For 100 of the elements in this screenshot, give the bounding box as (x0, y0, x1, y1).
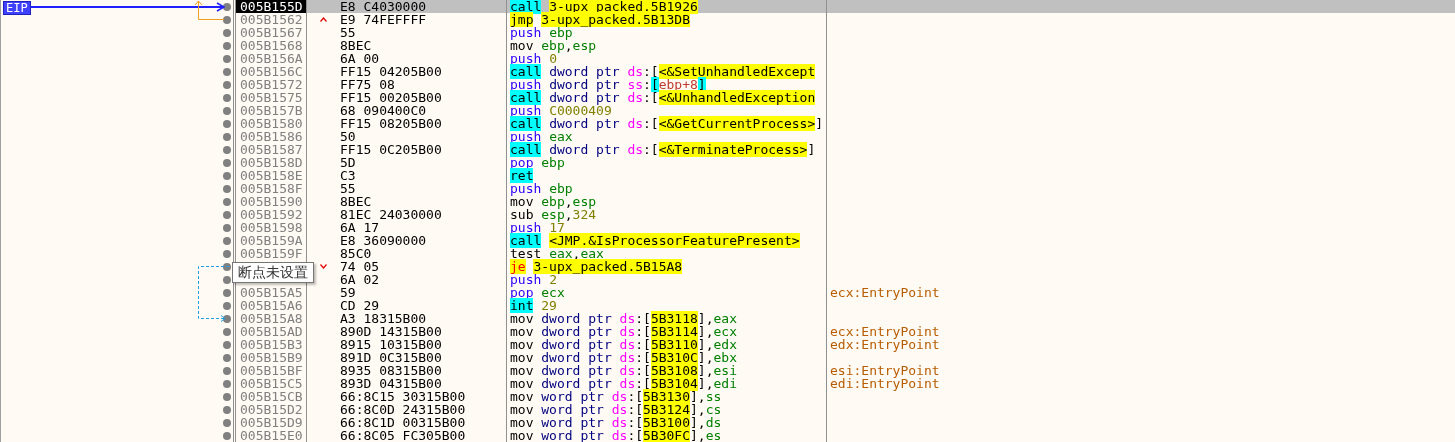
breakpoint-dot[interactable] (223, 197, 231, 206)
address-text: 005B15A5 (236, 286, 307, 299)
bytes-text: FF15 08205B00 (340, 117, 442, 130)
breakpoint-dot[interactable] (223, 249, 231, 258)
breakpoint-dot[interactable] (223, 15, 231, 24)
instruction-text: call dword ptr ds:[<&SetUnhandledExcept (510, 64, 816, 79)
breakpoint-dot[interactable] (223, 184, 231, 193)
breakpoint-dot[interactable] (223, 431, 231, 440)
address-text: 005B1572 (236, 78, 307, 91)
instruction-text: push 0 (510, 51, 557, 66)
breakpoint-dot[interactable] (223, 340, 231, 349)
breakpoint-dot[interactable] (223, 158, 231, 167)
instruction-text: push ebp (510, 181, 573, 196)
bytes-text: 8BEC (340, 39, 372, 52)
breakpoint-dot[interactable] (223, 106, 231, 115)
instruction-text: ret (510, 168, 534, 183)
breakpoint-dot[interactable] (223, 262, 231, 271)
breakpoint-dot[interactable] (223, 288, 231, 297)
jump-arrow (194, 0, 225, 20)
breakpoint-dot[interactable] (223, 314, 231, 323)
breakpoint-dot[interactable] (223, 171, 231, 180)
bytes-text: 68 090400C0 (340, 104, 427, 117)
breakpoint-dot[interactable] (223, 366, 231, 375)
tooltip: 断点未设置 (232, 262, 314, 283)
address-text: 005B15C5 (236, 377, 307, 390)
bytes-text: FF75 08 (340, 78, 395, 91)
bytes-text: 6A 00 (340, 52, 380, 65)
breakpoint-dot[interactable] (223, 405, 231, 414)
bytes-text: E8 C4030000 (340, 0, 427, 13)
address-text: 005B1568 (236, 39, 307, 52)
address-text: 005B158E (236, 169, 307, 182)
address-text: 005B159F (236, 247, 307, 260)
breakpoint-dot[interactable] (223, 392, 231, 401)
breakpoint-dot[interactable] (223, 28, 231, 37)
address-text: 005B1590 (236, 195, 307, 208)
bytes-text: 74 05 (340, 260, 380, 273)
jump-arrow (198, 266, 230, 322)
bytes-text: 8915 10315B00 (340, 338, 442, 351)
bytes-text: 8BEC (340, 195, 372, 208)
breakpoint-dot[interactable] (223, 54, 231, 63)
breakpoint-dot[interactable] (223, 327, 231, 336)
address-text: 005B158D (236, 156, 307, 169)
comment-text: esi:EntryPoint (830, 363, 940, 378)
breakpoint-dot[interactable] (223, 80, 231, 89)
address-text: 005B15B3 (236, 338, 307, 351)
address-text: 005B15A8 (236, 312, 307, 325)
breakpoint-dot[interactable] (223, 301, 231, 310)
instruction-text: push C0000409 (510, 103, 612, 118)
breakpoint-dot[interactable] (223, 275, 231, 284)
bytes-text: 85C0 (340, 247, 372, 260)
address-text: 005B15E0 (236, 429, 307, 442)
instruction-text: int 29 (510, 298, 557, 313)
bytes-text: C3 (340, 169, 356, 182)
breakpoint-dot[interactable] (223, 41, 231, 50)
address-text: 005B15A6 (236, 299, 307, 312)
address-text: 005B159A (236, 234, 307, 247)
bytes-text: 8935 08315B00 (340, 364, 442, 377)
instruction-text: call dword ptr ds:[<&TerminateProcess>] (510, 142, 816, 157)
address-text: 005B1592 (236, 208, 307, 221)
breakpoint-dot[interactable] (223, 236, 231, 245)
bytes-text: 6A 02 (340, 273, 380, 286)
bytes-text: 55 (340, 182, 356, 195)
bytes-text: E9 74FEFFFF (340, 13, 427, 26)
bytes-text: 50 (340, 130, 356, 143)
comment-text: ecx:EntryPoint (830, 324, 940, 339)
bytes-text: 66:8C1D 00315B00 (340, 416, 466, 429)
instruction-text: push 17 (510, 220, 565, 235)
breakpoint-dot[interactable] (223, 418, 231, 427)
bytes-text: 59 (340, 286, 356, 299)
instruction-text: call dword ptr ds:[<&UnhandledException (510, 90, 816, 105)
breakpoint-dot[interactable] (223, 2, 231, 11)
breakpoint-dot[interactable] (223, 145, 231, 154)
instruction-text: test eax,eax (510, 246, 604, 261)
breakpoint-dot[interactable] (223, 223, 231, 232)
bytes-text: E8 36090000 (340, 234, 427, 247)
address-text: 005B15D2 (236, 403, 307, 416)
bytes-text: 5D (340, 156, 356, 169)
address-text: 005B155D (236, 0, 307, 13)
address-text: 005B1598 (236, 221, 307, 234)
breakpoint-dot[interactable] (223, 353, 231, 362)
address-text: 005B1567 (236, 26, 307, 39)
address-text: 005B15BF (236, 364, 307, 377)
bytes-text: FF15 0C205B00 (340, 143, 442, 156)
comment-text: ecx:EntryPoint (830, 285, 940, 300)
address-text: 005B157B (236, 104, 307, 117)
bytes-text: FF15 04205B00 (340, 65, 442, 78)
breakpoint-dot[interactable] (223, 132, 231, 141)
breakpoint-dot[interactable] (223, 93, 231, 102)
bytes-text: 55 (340, 26, 356, 39)
breakpoint-dot[interactable] (223, 119, 231, 128)
breakpoint-dot[interactable] (223, 210, 231, 219)
instruction-text: je 3-upx_packed.5B15A8 (510, 259, 683, 274)
address-text: 005B15D9 (236, 416, 307, 429)
bytes-text: 893D 04315B00 (340, 377, 442, 390)
address-text: 005B1562 (236, 13, 307, 26)
bytes-text: 890D 14315B00 (340, 325, 442, 338)
breakpoint-dot[interactable] (223, 67, 231, 76)
instruction-text: call <JMP.&IsProcessorFeaturePresent> (510, 233, 800, 248)
breakpoint-dot[interactable] (223, 379, 231, 388)
instruction-text: mov word ptr ds:[5B30FC],es (510, 428, 722, 442)
